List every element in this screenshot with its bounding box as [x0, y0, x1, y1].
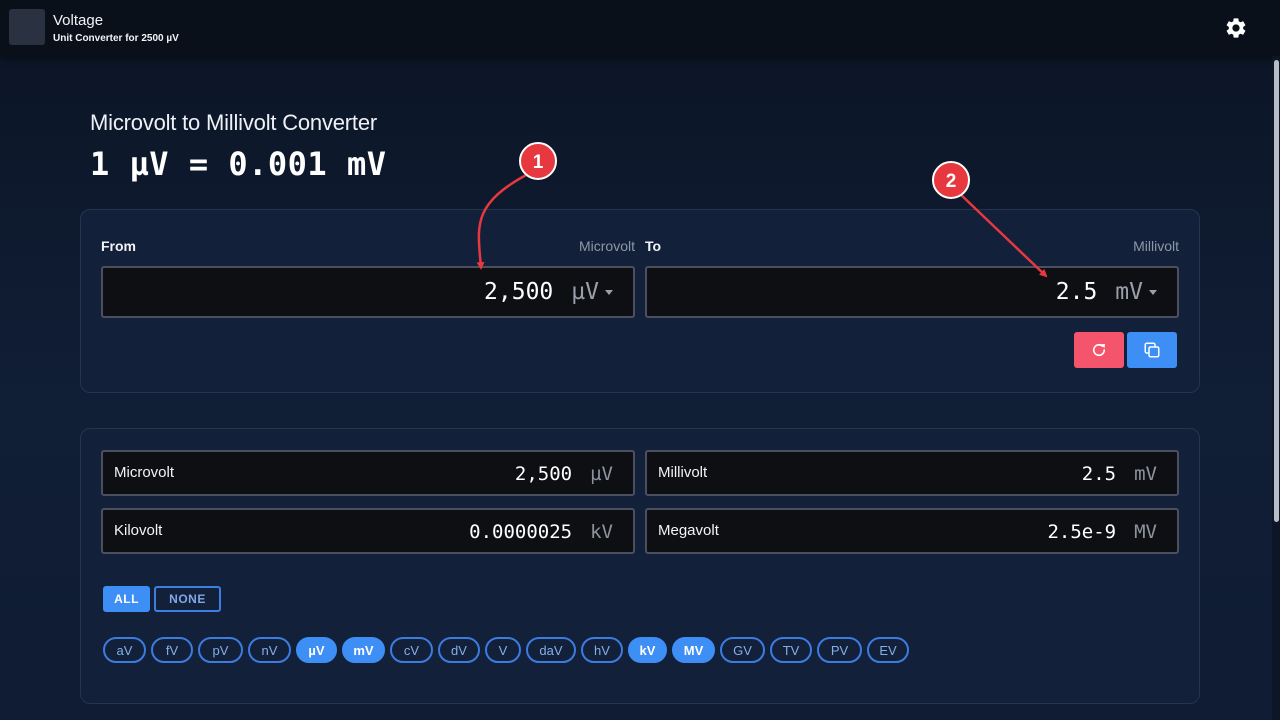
unit-chip[interactable]: kV: [628, 637, 667, 663]
unit-chip[interactable]: fV: [151, 637, 193, 663]
unit-chip[interactable]: V: [485, 637, 521, 663]
annotation-number-2: 2: [946, 171, 957, 192]
result-row-kilovolt[interactable]: Kilovolt 0.0000025 kV: [101, 508, 635, 554]
unit-chip[interactable]: MV: [672, 637, 715, 663]
result-label: Millivolt: [658, 464, 708, 481]
unit-chip[interactable]: GV: [720, 637, 765, 663]
unit-chip[interactable]: daV: [526, 637, 576, 663]
to-label: To: [645, 238, 662, 254]
result-unit: kV: [590, 521, 613, 543]
unit-chip[interactable]: dV: [438, 637, 480, 663]
to-caret-down-icon: [1149, 289, 1157, 295]
reset-button[interactable]: [1074, 332, 1124, 368]
unit-chip[interactable]: pV: [198, 637, 243, 663]
result-label: Megavolt: [658, 522, 719, 539]
to-value: 2.5: [1055, 279, 1098, 305]
unit-filter-chips: aV fV pV nV µV mV cV dV VdaV hV kV MV GV TV PV EV: [103, 637, 909, 663]
refresh-icon: [1092, 343, 1106, 357]
result-value: 2.5e-9: [1047, 521, 1117, 543]
unit-chip[interactable]: µV: [296, 637, 337, 663]
unit-chip[interactable]: mV: [342, 637, 385, 663]
result-label: Kilovolt: [114, 522, 163, 539]
conversion-equation: 1 µV = 0.001 mV: [90, 145, 387, 183]
app-logo-icon: [9, 9, 45, 45]
result-row-millivolt[interactable]: Millivolt 2.5 mV: [645, 450, 1179, 496]
result-label: Microvolt: [114, 464, 175, 481]
unit-chip[interactable]: hV: [581, 637, 623, 663]
page-title: Microvolt to Millivolt Converter: [90, 110, 378, 135]
to-value-input[interactable]: 2.5 mV: [645, 266, 1179, 318]
from-label: From: [101, 238, 136, 254]
unit-chip[interactable]: cV: [390, 637, 433, 663]
unit-chip[interactable]: TV: [770, 637, 812, 663]
unit-chip[interactable]: EV: [867, 637, 909, 663]
app-title: Voltage: [53, 12, 104, 29]
scrollbar-thumb[interactable]: [1274, 60, 1279, 522]
app-bar: Voltage Unit Converter for 2500 µV: [0, 0, 1280, 56]
annotation-marker-2: 2: [932, 161, 970, 199]
result-unit: MV: [1134, 521, 1157, 543]
result-value: 2.5: [1081, 463, 1117, 485]
app-subtitle: Unit Converter for 2500 µV: [53, 33, 179, 44]
result-value: 2,500: [514, 463, 573, 485]
select-all-button[interactable]: ALL: [103, 586, 150, 612]
settings-button[interactable]: [1222, 14, 1250, 42]
from-value: 2,500: [484, 279, 554, 305]
unit-chip[interactable]: PV: [817, 637, 862, 663]
annotation-number-1: 1: [533, 152, 544, 173]
from-unit-select[interactable]: µV: [571, 279, 599, 305]
copy-icon: [1144, 342, 1160, 358]
to-unit-name: Millivolt: [1133, 238, 1179, 254]
to-unit-select[interactable]: mV: [1115, 279, 1143, 305]
unit-chip[interactable]: nV: [248, 637, 291, 663]
from-unit-name: Microvolt: [578, 238, 635, 254]
gear-icon: [1226, 18, 1246, 38]
unit-chip[interactable]: aV: [103, 637, 146, 663]
result-row-microvolt[interactable]: Microvolt 2,500 µV: [101, 450, 635, 496]
result-unit: µV: [590, 463, 613, 485]
result-row-megavolt[interactable]: Megavolt 2.5e-9 MV: [645, 508, 1179, 554]
result-unit: mV: [1134, 463, 1157, 485]
copy-button[interactable]: [1127, 332, 1177, 368]
from-caret-down-icon: [605, 289, 613, 295]
annotation-marker-1: 1: [519, 142, 557, 180]
from-value-input[interactable]: 2,500 µV: [101, 266, 635, 318]
select-none-button[interactable]: NONE: [154, 586, 221, 612]
result-value: 0.0000025: [469, 521, 573, 543]
